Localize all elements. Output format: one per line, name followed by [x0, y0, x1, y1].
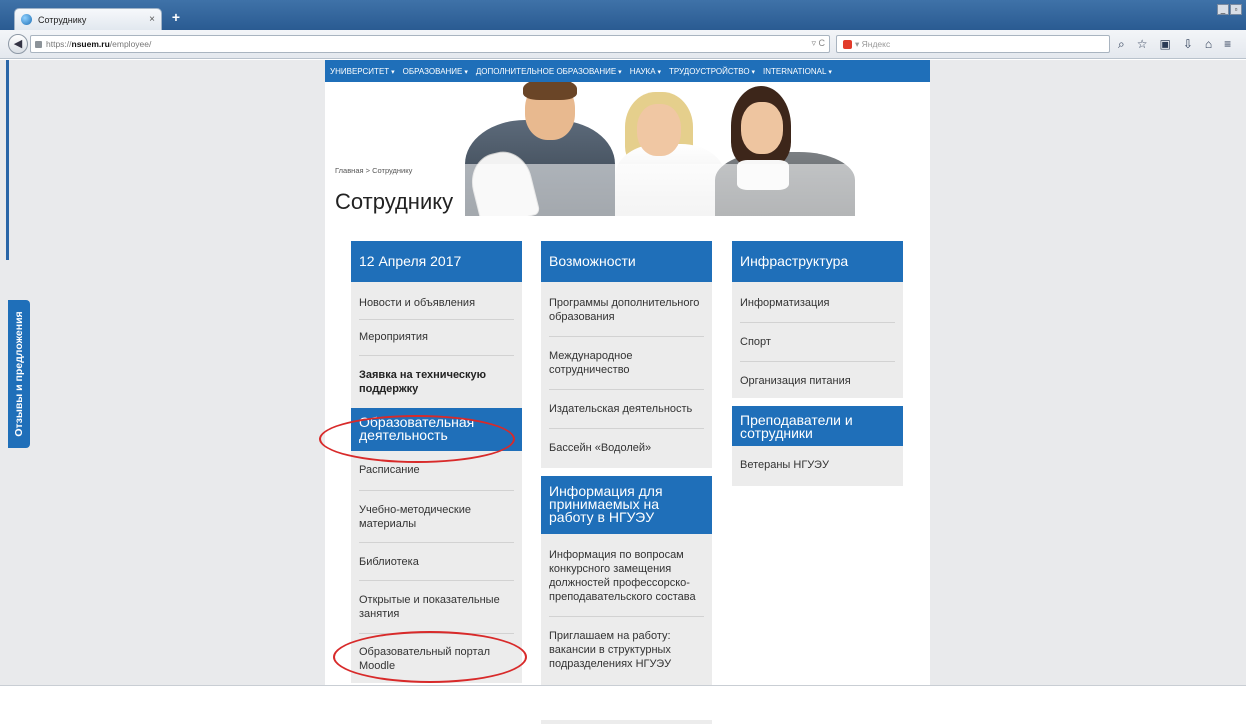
- top-navigation: Университет Образование Дополнительное о…: [325, 60, 930, 82]
- window-controls: _ ▫: [1217, 4, 1242, 15]
- maximize-icon[interactable]: ▫: [1230, 4, 1242, 15]
- list-item-open-lessons[interactable]: Открытые и показательные занятия: [359, 581, 514, 634]
- column-opportunities: Возможности Программы дополнительного об…: [541, 241, 712, 724]
- lock-icon: [35, 40, 42, 48]
- list-item-international[interactable]: Международное сотрудничество: [549, 337, 704, 390]
- column-news-list: Новости и объявления Мероприятия Заявка …: [351, 282, 522, 408]
- minimize-icon[interactable]: _: [1217, 4, 1229, 15]
- hero-person-woman-blonde-head: [637, 104, 681, 156]
- site-content: Университет Образование Дополнительное о…: [319, 60, 930, 724]
- list-item-additional-programs[interactable]: Программы дополнительного образования: [549, 282, 704, 337]
- column-opportunities-list: Программы дополнительного образования Ме…: [541, 282, 712, 468]
- bottom-blank-area: [0, 685, 1246, 720]
- page-title: Сотруднику: [335, 189, 454, 214]
- clipboard-icon[interactable]: ▣: [1160, 37, 1171, 52]
- browser-navbar: ◀ https://nsuem.ru/employee/ ▿ C ▾ Яндек…: [0, 30, 1246, 59]
- list-item-pool[interactable]: Бассейн «Водолей»: [549, 429, 704, 468]
- highlight-ring-moodle: [333, 631, 527, 683]
- browser-tab[interactable]: Сотруднику ×: [14, 8, 162, 30]
- feedback-tab[interactable]: Отзывы и предложения: [8, 300, 30, 448]
- list-item-it[interactable]: Информатизация: [740, 282, 895, 323]
- breadcrumb[interactable]: Главная > Сотруднику: [335, 166, 412, 175]
- list-item-competition-info[interactable]: Информация по вопросам конкурсного замещ…: [549, 534, 704, 617]
- home-icon[interactable]: ⌂: [1205, 37, 1212, 52]
- column-header-infrastructure: Инфраструктура: [732, 241, 903, 282]
- list-item-sport[interactable]: Спорт: [740, 323, 895, 362]
- feedback-label: Отзывы и предложения: [13, 311, 25, 437]
- list-item-library[interactable]: Библиотека: [359, 543, 514, 581]
- search-icon[interactable]: ⌕: [1118, 37, 1125, 52]
- nav-item-international[interactable]: International: [763, 67, 832, 76]
- nav-item-education[interactable]: Образование: [403, 67, 468, 76]
- list-item-publishing[interactable]: Издательская деятельность: [549, 390, 704, 429]
- toolbar-icons: ⌕ ☆ ▣ ⇩ ⌂ ≡: [1118, 37, 1231, 52]
- nav-item-additional-education[interactable]: Дополнительное образование: [476, 67, 622, 76]
- column-header-date: 12 Апреля 2017: [351, 241, 522, 282]
- nav-item-science[interactable]: Наука: [630, 67, 661, 76]
- site-favicon-icon: [21, 14, 32, 25]
- column-infrastructure-list: Информатизация Спорт Организация питания: [732, 282, 903, 398]
- url-path: /employee/: [109, 39, 152, 49]
- download-icon[interactable]: ⇩: [1183, 37, 1193, 52]
- new-tab-button[interactable]: +: [168, 8, 184, 26]
- browser-titlebar: Сотруднику × + _ ▫: [0, 0, 1246, 30]
- left-edge-bar: [6, 60, 9, 260]
- nav-item-employment[interactable]: Трудоустройство: [669, 67, 755, 76]
- search-input[interactable]: ▾ Яндекс: [836, 35, 1110, 53]
- back-button[interactable]: ◀: [8, 34, 28, 54]
- yandex-icon: [843, 40, 852, 50]
- column-header-staff[interactable]: Преподаватели и сотрудники: [732, 406, 903, 446]
- star-icon[interactable]: ☆: [1137, 37, 1148, 52]
- column-infrastructure: Инфраструктура Информатизация Спорт Орга…: [732, 241, 903, 486]
- hero-person-man-hair: [523, 82, 577, 100]
- list-item-veterans[interactable]: Ветераны НГУЭУ: [740, 446, 895, 486]
- highlight-ring-education: [319, 415, 515, 463]
- column-staff-list: Ветераны НГУЭУ: [732, 446, 903, 486]
- list-item-vacancies[interactable]: Приглашаем на работу: вакансии в структу…: [549, 617, 704, 683]
- list-item-news[interactable]: Новости и объявления: [359, 282, 514, 320]
- menu-icon[interactable]: ≡: [1224, 37, 1231, 52]
- list-item-tech-support[interactable]: Заявка на техническую поддержку: [359, 356, 514, 408]
- column-header-hiring[interactable]: Информация для принимаемых на работу в Н…: [541, 476, 712, 534]
- tab-title: Сотруднику: [38, 14, 87, 25]
- tab-close-icon[interactable]: ×: [149, 14, 155, 25]
- url-host: nsuem.ru: [71, 39, 110, 49]
- column-header-opportunities: Возможности: [541, 241, 712, 282]
- search-placeholder: ▾ Яндекс: [855, 39, 891, 49]
- url-prefix: https://: [46, 39, 72, 49]
- address-bar[interactable]: https://nsuem.ru/employee/ ▿ C: [30, 35, 830, 53]
- list-item-events[interactable]: Мероприятия: [359, 320, 514, 356]
- reload-icon[interactable]: ▿ C: [811, 38, 825, 49]
- nav-item-university[interactable]: Университет: [330, 67, 395, 76]
- list-item-catering[interactable]: Организация питания: [740, 362, 895, 398]
- hero-person-woman-brunette-head: [741, 102, 783, 154]
- list-item-materials[interactable]: Учебно-методические материалы: [359, 491, 514, 543]
